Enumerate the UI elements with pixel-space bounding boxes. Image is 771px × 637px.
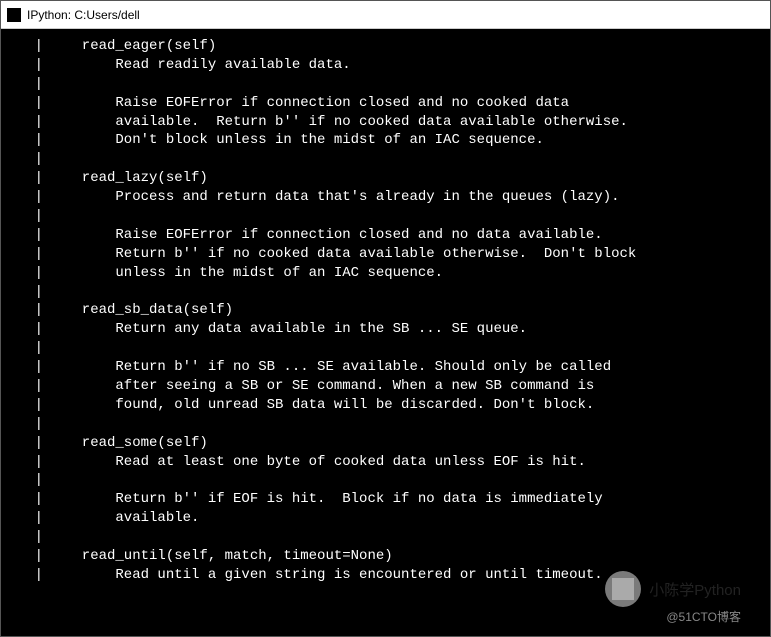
terminal-line: | read_some(self) <box>1 434 770 453</box>
terminal-line: | <box>1 471 770 490</box>
terminal-line: | read_eager(self) <box>1 37 770 56</box>
terminal-line: | <box>1 528 770 547</box>
terminal-line: | <box>1 150 770 169</box>
terminal-line: | available. <box>1 509 770 528</box>
terminal-line: | Don't block unless in the midst of an … <box>1 131 770 150</box>
terminal-line: | <box>1 283 770 302</box>
window-frame: IPython: C:Users/dell | read_eager(self)… <box>0 0 771 637</box>
terminal-line: | Return b'' if no SB ... SE available. … <box>1 358 770 377</box>
window-title: IPython: C:Users/dell <box>27 8 140 22</box>
terminal-line: | <box>1 207 770 226</box>
titlebar[interactable]: IPython: C:Users/dell <box>1 1 770 29</box>
terminal-line: | Read at least one byte of cooked data … <box>1 453 770 472</box>
terminal-line: | Return b'' if EOF is hit. Block if no … <box>1 490 770 509</box>
terminal-line: | Raise EOFError if connection closed an… <box>1 226 770 245</box>
terminal-line: | <box>1 75 770 94</box>
terminal-line: | Raise EOFError if connection closed an… <box>1 94 770 113</box>
terminal-line: | available. Return b'' if no cooked dat… <box>1 113 770 132</box>
terminal-line: | <box>1 339 770 358</box>
terminal-line: | read_until(self, match, timeout=None) <box>1 547 770 566</box>
terminal-line: | Return any data available in the SB ..… <box>1 320 770 339</box>
app-icon <box>7 8 21 22</box>
terminal-line: | Read until a given string is encounter… <box>1 566 770 585</box>
terminal-line: | Process and return data that's already… <box>1 188 770 207</box>
terminal-line: | Return b'' if no cooked data available… <box>1 245 770 264</box>
terminal-output[interactable]: | read_eager(self)| Read readily availab… <box>1 29 770 636</box>
terminal-line: | unless in the midst of an IAC sequence… <box>1 264 770 283</box>
terminal-line: | read_lazy(self) <box>1 169 770 188</box>
terminal-line: | <box>1 415 770 434</box>
terminal-line: | after seeing a SB or SE command. When … <box>1 377 770 396</box>
terminal-line: | read_sb_data(self) <box>1 301 770 320</box>
terminal-line: | Read readily available data. <box>1 56 770 75</box>
terminal-line: | found, old unread SB data will be disc… <box>1 396 770 415</box>
